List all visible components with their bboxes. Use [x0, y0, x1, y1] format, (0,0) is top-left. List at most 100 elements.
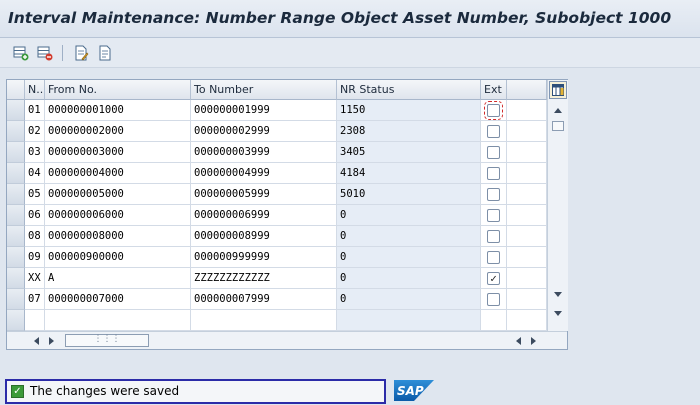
- cell-from-number[interactable]: 000000004000: [45, 163, 191, 184]
- scroll-left-end-button[interactable]: [513, 335, 523, 346]
- overview-button[interactable]: [96, 44, 114, 62]
- column-header-to[interactable]: To Number: [191, 80, 337, 100]
- horizontal-scrollbar[interactable]: ⋮⋮⋮: [7, 331, 567, 349]
- cell-nr-status[interactable]: 2308: [337, 121, 481, 142]
- cell-from-number[interactable]: 000000005000: [45, 184, 191, 205]
- cell-no[interactable]: 07: [25, 289, 45, 310]
- cell-filler: [507, 142, 547, 163]
- scroll-up-button[interactable]: [552, 104, 564, 116]
- cell-to-number[interactable]: 000000005999: [191, 184, 337, 205]
- row-selector[interactable]: [7, 184, 25, 205]
- change-status-button[interactable]: [72, 44, 90, 62]
- cell-no[interactable]: 03: [25, 142, 45, 163]
- triangle-left-icon: [34, 336, 39, 345]
- ext-checkbox[interactable]: [487, 230, 500, 243]
- cell-to-number[interactable]: 000000003999: [191, 142, 337, 163]
- cell-from-number[interactable]: 000000002000: [45, 121, 191, 142]
- column-header-filler: [507, 80, 547, 100]
- scroll-right-end-button[interactable]: [529, 335, 539, 346]
- status-bar[interactable]: ✓ The changes were saved: [5, 379, 386, 404]
- cell-ext: [481, 142, 507, 163]
- cell-no[interactable]: 02: [25, 121, 45, 142]
- column-header-no[interactable]: N..: [25, 80, 45, 100]
- ext-checkbox[interactable]: [487, 146, 500, 159]
- vertical-scroll-thumb[interactable]: [552, 121, 564, 131]
- cell-no[interactable]: 05: [25, 184, 45, 205]
- cell-ext: [481, 247, 507, 268]
- ext-checkbox[interactable]: [487, 293, 500, 306]
- cell-to-number[interactable]: 000000007999: [191, 289, 337, 310]
- cell-no[interactable]: XX: [25, 268, 45, 289]
- cell-no[interactable]: 08: [25, 226, 45, 247]
- cell-no[interactable]: 01: [25, 100, 45, 121]
- ext-checkbox[interactable]: [484, 101, 503, 120]
- cell-ext: [481, 100, 507, 121]
- cell-to-number[interactable]: 000000008999: [191, 226, 337, 247]
- ext-checkbox[interactable]: [487, 167, 500, 180]
- cell-nr-status[interactable]: 1150: [337, 100, 481, 121]
- row-selector[interactable]: [7, 205, 25, 226]
- delete-interval-button[interactable]: [36, 44, 54, 62]
- cell-nr-status[interactable]: 0: [337, 247, 481, 268]
- row-selector[interactable]: [7, 100, 25, 121]
- ext-checkbox[interactable]: [487, 209, 500, 222]
- triangle-down-icon: [554, 311, 562, 316]
- column-header-status[interactable]: NR Status: [337, 80, 481, 100]
- column-header-from[interactable]: From No.: [45, 80, 191, 100]
- ext-checkbox[interactable]: ✓: [487, 272, 500, 285]
- cell-no[interactable]: 06: [25, 205, 45, 226]
- horizontal-scroll-thumb[interactable]: ⋮⋮⋮: [65, 334, 149, 347]
- cell-nr-status[interactable]: 0: [337, 289, 481, 310]
- cell-nr-status[interactable]: 4184: [337, 163, 481, 184]
- cell-to-number[interactable]: 000000006999: [191, 205, 337, 226]
- scroll-right-button[interactable]: [47, 335, 57, 346]
- cell-from-number[interactable]: 000000900000: [45, 247, 191, 268]
- table-row: 07 000000007000 000000007999 0: [7, 289, 547, 310]
- cell-to-number[interactable]: ZZZZZZZZZZZZ: [191, 268, 337, 289]
- cell-nr-status[interactable]: 0: [337, 268, 481, 289]
- scroll-left-button[interactable]: [31, 335, 41, 346]
- cell-from-number[interactable]: A: [45, 268, 191, 289]
- cell-nr-status[interactable]: 0: [337, 226, 481, 247]
- cell-from-number[interactable]: 000000001000: [45, 100, 191, 121]
- cell-filler: [507, 184, 547, 205]
- sap-logo-graphic: SAP: [394, 380, 434, 401]
- vertical-scrollbar[interactable]: [547, 80, 568, 331]
- row-selector[interactable]: [7, 121, 25, 142]
- row-selector[interactable]: [7, 310, 25, 331]
- cell-nr-status[interactable]: 3405: [337, 142, 481, 163]
- cell-from-number[interactable]: 000000008000: [45, 226, 191, 247]
- insert-interval-button[interactable]: [12, 44, 30, 62]
- scroll-down-end-button[interactable]: [552, 308, 564, 320]
- cell-no: [25, 310, 45, 331]
- cell-filler: [507, 268, 547, 289]
- column-header-ext[interactable]: Ext: [481, 80, 507, 100]
- row-selector[interactable]: [7, 268, 25, 289]
- row-selector[interactable]: [7, 226, 25, 247]
- cell-from-number[interactable]: 000000006000: [45, 205, 191, 226]
- ext-checkbox[interactable]: [487, 125, 500, 138]
- row-selector[interactable]: [7, 289, 25, 310]
- table-row: 05 000000005000 000000005999 5010: [7, 184, 547, 205]
- row-selector[interactable]: [7, 142, 25, 163]
- column-config-button[interactable]: [549, 81, 567, 99]
- cell-to-number[interactable]: 000000001999: [191, 100, 337, 121]
- status-message: The changes were saved: [30, 384, 180, 398]
- cell-nr-status[interactable]: 0: [337, 205, 481, 226]
- row-selector[interactable]: [7, 163, 25, 184]
- cell-from-number[interactable]: 000000007000: [45, 289, 191, 310]
- cell-filler: [507, 163, 547, 184]
- cell-to-number[interactable]: 000000004999: [191, 163, 337, 184]
- cell-no[interactable]: 09: [25, 247, 45, 268]
- row-selector[interactable]: [7, 247, 25, 268]
- cell-nr-status[interactable]: 5010: [337, 184, 481, 205]
- cell-from-number[interactable]: 000000003000: [45, 142, 191, 163]
- cell-to-number[interactable]: 000000002999: [191, 121, 337, 142]
- ext-checkbox[interactable]: [487, 188, 500, 201]
- ext-checkbox[interactable]: [487, 251, 500, 264]
- cell-no[interactable]: 04: [25, 163, 45, 184]
- cell-to-number[interactable]: 000000999999: [191, 247, 337, 268]
- table-row: 04 000000004000 000000004999 4184: [7, 163, 547, 184]
- select-all-header[interactable]: [7, 80, 25, 100]
- scroll-down-button[interactable]: [552, 289, 564, 301]
